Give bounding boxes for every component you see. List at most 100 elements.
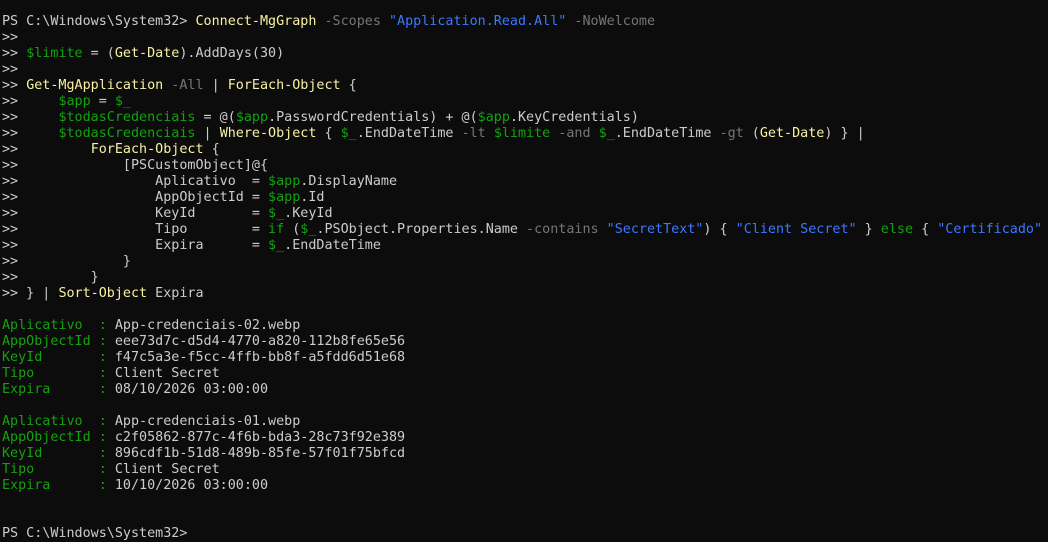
console-line: AppObjectId : eee73d7c-d5d4-4770-a820-11… <box>2 334 1048 350</box>
console-text-segment: Aplicativo : <box>2 318 115 333</box>
console-text-segment: "SecretText" <box>606 222 704 237</box>
console-text-segment: c2f05862-877c-4f6b-bda3-28c73f92e389 <box>114 430 406 445</box>
console-text-segment: $_ <box>340 126 357 141</box>
console-text-segment: >> <box>2 78 27 93</box>
console-line: Tipo : Client Secret <box>2 366 1048 382</box>
console-text-segment: .PSObject.Properties.Name <box>316 222 527 237</box>
console-line: >> KeyId = $_.KeyId <box>2 206 1048 222</box>
console-text-segment: = @( <box>195 110 236 125</box>
console-text-segment: >> Tipo = <box>2 222 269 237</box>
console-line: PS C:\Windows\System32> Connect-MgGraph … <box>2 14 1048 30</box>
console-line: >> <box>2 62 1048 78</box>
console-text-segment: $_ <box>300 222 317 237</box>
console-text-segment: >> KeyId = <box>2 206 269 221</box>
console-text-segment: 896cdf1b-51d8-489b-85fe-57f01f75bfcd <box>114 446 406 461</box>
console-text-segment: >> <box>2 62 19 77</box>
console-text-segment: | <box>195 126 220 141</box>
console-text-segment: .EndDateTime <box>356 126 462 141</box>
console-text-segment: { <box>340 78 357 93</box>
console-text-segment: $app <box>235 110 269 125</box>
console-text-segment: Aplicativo : <box>2 414 115 429</box>
console-text-segment: .EndDateTime <box>284 238 381 253</box>
console-text-segment: $app <box>477 110 510 125</box>
console-text-segment: -NoWelcome <box>566 14 656 29</box>
console-line: >> } <box>2 254 1048 270</box>
console-text-segment: | <box>203 78 228 93</box>
console-text-segment: ) { <box>703 222 736 237</box>
console-text-segment: Expira : <box>2 382 115 397</box>
console-line: Expira : 10/10/2026 03:00:00 <box>2 478 1048 494</box>
console-text-segment: >> } <box>2 270 99 285</box>
console-text-segment: Connect-MgGraph <box>195 14 317 29</box>
console-text-segment: 10/10/2026 03:00:00 <box>114 478 269 493</box>
console-text-segment: -contains <box>526 222 599 237</box>
console-text-segment: App-credenciais-02.webp <box>114 318 301 333</box>
console-line: >> <box>2 30 1048 46</box>
console-text-segment: >> <box>2 126 59 141</box>
console-text-segment: Sort-Object <box>58 286 148 301</box>
console-text-segment: = ( <box>82 46 115 61</box>
console-text-segment: PS C:\Windows\System32> <box>2 14 196 29</box>
console-line: >> $todasCredenciais | Where-Object { $_… <box>2 126 1048 142</box>
console-text-segment: KeyId : <box>2 446 115 461</box>
console-text-segment: Expira : <box>2 478 115 493</box>
console-line: >> Get-MgApplication -All | ForEach-Obje… <box>2 78 1048 94</box>
console-text-segment: $_ <box>268 206 285 221</box>
console-text-segment: = <box>90 94 115 109</box>
console-line: >> $limite = (Get-Date).AddDays(30) <box>2 46 1048 62</box>
console-text-segment: -gt <box>719 126 744 141</box>
console-text-segment: f47c5a3e-f5cc-4ffb-bb8f-a5fdd6d51e68 <box>114 350 406 365</box>
console-text-segment: $todasCredenciais <box>58 110 196 125</box>
console-text-segment: "Certificado" <box>937 222 1043 237</box>
console-text-segment: Where-Object <box>219 126 317 141</box>
console-line: >> } <box>2 270 1048 286</box>
console-text-segment: >> <box>2 30 19 45</box>
console-text-segment <box>486 126 494 141</box>
console-text-segment: $_ <box>114 94 131 109</box>
console-text-segment: $todasCredenciais <box>58 126 196 141</box>
console-text-segment: Get-MgApplication <box>26 78 164 93</box>
console-line: Aplicativo : App-credenciais-01.webp <box>2 414 1048 430</box>
console-text-segment: $app <box>58 94 91 109</box>
console-line: >> [PSCustomObject]@{ <box>2 158 1048 174</box>
console-line: >> ForEach-Object { <box>2 142 1048 158</box>
console-text-segment: >> [PSCustomObject]@{ <box>2 158 269 173</box>
console-text-segment: ForEach-Object <box>227 78 341 93</box>
console-text-segment: ).AddDays(30) <box>179 46 285 61</box>
console-text-segment: { <box>913 222 938 237</box>
console-line: >> Aplicativo = $app.DisplayName <box>2 174 1048 190</box>
console-text-segment: Get-Date <box>759 126 825 141</box>
console-text-segment: .KeyId <box>284 206 333 221</box>
console-text-segment: >> <box>2 142 91 157</box>
console-text-segment: "Application.Read.All" <box>388 14 567 29</box>
console-text-segment: ( <box>284 222 301 237</box>
console-line: >> Expira = $_.EndDateTime <box>2 238 1048 254</box>
console-text-segment: Tipo : <box>2 462 115 477</box>
console-text-segment: Tipo : <box>2 366 115 381</box>
powershell-console[interactable]: PS C:\Windows\System32> Connect-MgGraph … <box>2 14 1048 542</box>
console-text-segment: AppObjectId : <box>2 334 115 349</box>
console-text-segment: ForEach-Object <box>90 142 204 157</box>
console-text-segment: $app <box>268 174 301 189</box>
console-text-segment: -All <box>163 78 204 93</box>
console-line: >> } | Sort-Object Expira <box>2 286 1048 302</box>
console-line: Expira : 08/10/2026 03:00:00 <box>2 382 1048 398</box>
console-text-segment: .KeyCredentials) <box>509 110 639 125</box>
console-text-segment: >> <box>2 94 59 109</box>
console-text-segment: $_ <box>598 126 615 141</box>
console-text-segment: -lt <box>461 126 486 141</box>
console-line: >> AppObjectId = $app.Id <box>2 190 1048 206</box>
console-text-segment: -and <box>558 126 591 141</box>
console-text-segment: .PasswordCredentials) + @( <box>268 110 478 125</box>
console-text-segment: .EndDateTime <box>614 126 720 141</box>
console-line: AppObjectId : c2f05862-877c-4f6b-bda3-28… <box>2 430 1048 446</box>
console-text-segment: >> AppObjectId = <box>2 190 269 205</box>
console-text-segment: Expira <box>147 286 204 301</box>
console-text-segment: >> <box>2 46 27 61</box>
console-text-segment: } <box>856 222 881 237</box>
console-text-segment: -Scopes <box>316 14 389 29</box>
console-text-segment: .DisplayName <box>300 174 398 189</box>
